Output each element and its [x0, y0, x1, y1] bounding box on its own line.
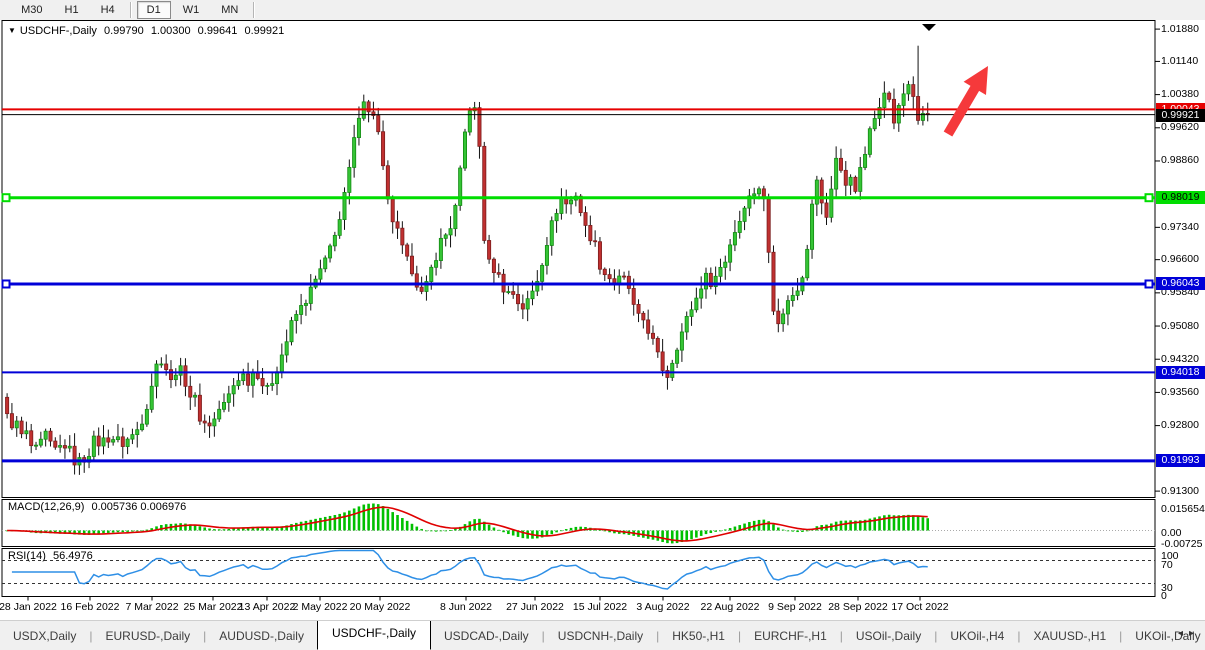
toolbar-separator — [253, 2, 256, 18]
date-tick-label: 16 Feb 2022 — [60, 601, 120, 613]
rsi-axis-label: 0 — [1161, 590, 1167, 602]
rsi-label: RSI(14) 56.4976 — [8, 550, 97, 562]
timeframe-button-m30[interactable]: M30 — [11, 1, 52, 19]
price-tick-label: 0.91300 — [1161, 484, 1199, 497]
price-tick-label: 0.93560 — [1161, 385, 1199, 398]
timeframe-button-w1[interactable]: W1 — [173, 1, 210, 19]
candlestick-chart-canvas[interactable] — [0, 20, 1205, 620]
rsi-panel-frame — [1, 548, 1156, 597]
macd-name: MACD(12,26,9) — [8, 501, 85, 513]
timeframe-button-mn[interactable]: MN — [211, 1, 248, 19]
line-handle[interactable] — [1144, 193, 1154, 203]
symbol-tab-eurusddaily[interactable]: EURUSD-,Daily — [92, 624, 203, 648]
support-line-price-badge: 0.96043 — [1156, 277, 1205, 291]
support-line-price-badge: 0.98019 — [1156, 191, 1205, 205]
tab-scroll-right-icon[interactable]: ▸ — [1189, 628, 1200, 639]
symbol-tab-ukoilh4[interactable]: UKOil-,H4 — [937, 624, 1017, 648]
line-handle[interactable] — [1, 279, 11, 289]
date-tick-label: 25 Mar 2022 — [183, 601, 243, 613]
symbol-tab-usdcaddaily[interactable]: USDCAD-,Daily — [431, 624, 542, 648]
mt4-terminal-window: 5M30H1H4D1W1MN ▼USDCHF-,Daily 0.99790 1.… — [0, 0, 1205, 650]
symbol-tab-eurchfh1[interactable]: EURCHF-,H1 — [741, 624, 840, 648]
timeframe-button-h4[interactable]: H4 — [91, 1, 125, 19]
quote-high: 1.00300 — [150, 25, 191, 37]
symbol-tab-bar: USDX,Daily | EURUSD-,Daily | AUDUSD-,Daily US… — [0, 620, 1205, 650]
date-tick-label: 7 Mar 2022 — [125, 601, 179, 613]
symbol-tab-usdcnhdaily[interactable]: USDCNH-,Daily — [545, 624, 656, 648]
quote-close: 0.99921 — [244, 25, 285, 37]
symbol-tab-usoildaily[interactable]: USOil-,Daily — [843, 624, 934, 648]
rsi-axis-label: 70 — [1161, 559, 1173, 571]
line-handle[interactable] — [1144, 279, 1154, 289]
price-tick-label: 0.99620 — [1161, 121, 1199, 134]
date-tick-label: 20 May 2022 — [349, 601, 411, 613]
date-tick-label: 17 Oct 2022 — [891, 601, 949, 613]
price-tick-label: 0.97340 — [1161, 220, 1199, 233]
symbol-tab-audusddaily[interactable]: AUDUSD-,Daily — [206, 624, 317, 648]
price-tick-label: 0.92800 — [1161, 419, 1199, 432]
macd-label: MACD(12,26,9) 0.005736 0.006976 — [8, 501, 190, 513]
macd-values: 0.005736 0.006976 — [91, 501, 187, 513]
rsi-name: RSI(14) — [8, 550, 46, 562]
symbol-tab-hk50h1[interactable]: HK50-,H1 — [659, 624, 738, 648]
price-tick-label: 1.00380 — [1161, 88, 1199, 101]
support-line-price-badge: 0.91993 — [1156, 454, 1205, 468]
date-tick-label: 22 Aug 2022 — [700, 601, 760, 613]
tab-scroll-arrows[interactable]: ◂▸ — [1178, 628, 1200, 639]
toolbar-separator — [129, 2, 132, 18]
line-handle[interactable] — [1, 193, 11, 203]
date-tick-label: 2 May 2022 — [292, 601, 348, 613]
timeframe-button-d1[interactable]: D1 — [136, 1, 171, 19]
current-bid-price-badge: 0.99921 — [1156, 109, 1205, 123]
rsi-value: 56.4976 — [52, 550, 93, 562]
date-tick-label: 9 Sep 2022 — [768, 601, 822, 613]
macd-axis-label: -0.00725 — [1161, 538, 1203, 550]
date-tick-label: 13 Apr 2022 — [238, 601, 296, 613]
timeframe-button-5[interactable]: 5 — [0, 1, 9, 19]
macd-axis-label: 0.015654 — [1161, 503, 1205, 515]
chart-symbol-label: USDCHF-,Daily — [19, 25, 97, 37]
chevron-down-icon[interactable]: ▼ — [8, 26, 16, 35]
date-tick-label: 3 Aug 2022 — [636, 601, 690, 613]
support-line-price-badge: 0.94018 — [1156, 365, 1205, 379]
symbol-tab-xauusdh1[interactable]: XAUUSD-,H1 — [1020, 624, 1119, 648]
symbol-tab-usdxdaily[interactable]: USDX,Daily — [0, 624, 89, 648]
date-tick-label: 28 Jan 2022 — [0, 601, 57, 613]
date-tick-label: 8 Jun 2022 — [440, 601, 492, 613]
quote-low: 0.99641 — [197, 25, 238, 37]
date-tick-label: 27 Jun 2022 — [506, 601, 564, 613]
price-tick-label: 0.94320 — [1161, 352, 1199, 365]
price-tick-label: 0.95080 — [1161, 319, 1199, 332]
timeframe-button-h1[interactable]: H1 — [55, 1, 89, 19]
date-tick-label: 28 Sep 2022 — [828, 601, 888, 613]
timeframe-toolbar: 5M30H1H4 D1W1MN — [0, 0, 1205, 21]
chart-area[interactable]: ▼ USDCHF-,Daily 0.99790 1.00300 0.99641 0… — [0, 20, 1205, 620]
price-tick-label: 1.01140 — [1161, 54, 1199, 67]
price-tick-label: 0.98860 — [1161, 154, 1199, 167]
chart-title: ▼ USDCHF-,Daily 0.99790 1.00300 0.99641 0… — [8, 25, 288, 37]
tab-scroll-left-icon[interactable]: ◂ — [1178, 628, 1189, 639]
price-tick-label: 1.01880 — [1161, 22, 1199, 35]
date-tick-label: 15 Jul 2022 — [572, 601, 628, 613]
quote-open: 0.99790 — [103, 25, 144, 37]
price-tick-label: 0.96600 — [1161, 253, 1199, 266]
symbol-tab-usdchfdaily[interactable]: USDCHF-,Daily — [316, 621, 431, 650]
